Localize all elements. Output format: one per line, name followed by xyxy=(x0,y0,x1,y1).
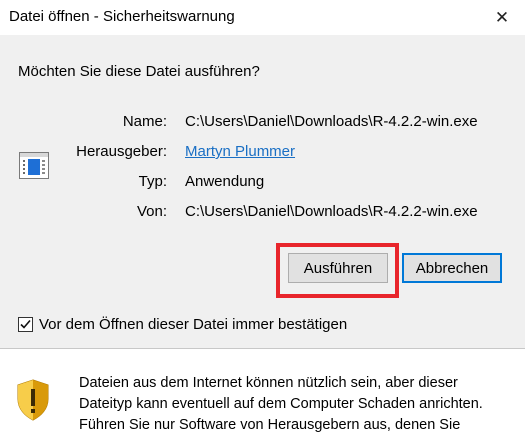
from-label: Von: xyxy=(136,203,167,220)
application-window-icon xyxy=(19,152,49,179)
close-icon: ✕ xyxy=(494,7,510,27)
title-bar: Datei öffnen - Sicherheitswarnung ✕ xyxy=(0,0,525,35)
window-title: Datei öffnen - Sicherheitswarnung xyxy=(9,8,235,25)
question-text: Möchten Sie diese Datei ausführen? xyxy=(18,63,260,80)
warning-text: Dateien aus dem Internet können nützlich… xyxy=(79,373,509,436)
confirm-checkbox[interactable] xyxy=(18,317,33,332)
name-value: C:\Users\Daniel\Downloads\R-4.2.2-win.ex… xyxy=(185,113,478,130)
type-value: Anwendung xyxy=(185,173,265,190)
from-value: C:\Users\Daniel\Downloads\R-4.2.2-win.ex… xyxy=(185,203,478,220)
cancel-button[interactable]: Abbrechen xyxy=(402,253,502,283)
confirm-checkbox-label: Vor dem Öffnen dieser Datei immer bestät… xyxy=(39,316,348,333)
warning-panel: Dateien aus dem Internet können nützlich… xyxy=(0,349,525,442)
checkmark-icon xyxy=(20,319,31,329)
warning-line-2: Dateityp kann eventuell auf dem Computer… xyxy=(79,396,483,412)
warning-line-3: Führen Sie nur Software von Herausgebern… xyxy=(79,417,461,433)
publisher-link[interactable]: Martyn Plummer xyxy=(185,143,295,160)
security-shield-icon xyxy=(17,379,49,421)
run-button[interactable]: Ausführen xyxy=(288,253,388,283)
dialog-body: Möchten Sie diese Datei ausführen? Name:… xyxy=(0,35,525,348)
name-label: Name: xyxy=(122,113,167,130)
type-label: Typ: xyxy=(138,173,167,190)
confirm-checkbox-row[interactable]: Vor dem Öffnen dieser Datei immer bestät… xyxy=(18,316,347,333)
publisher-label: Herausgeber: xyxy=(76,143,167,160)
close-button[interactable]: ✕ xyxy=(479,0,525,35)
warning-line-1: Dateien aus dem Internet können nützlich… xyxy=(79,375,458,391)
